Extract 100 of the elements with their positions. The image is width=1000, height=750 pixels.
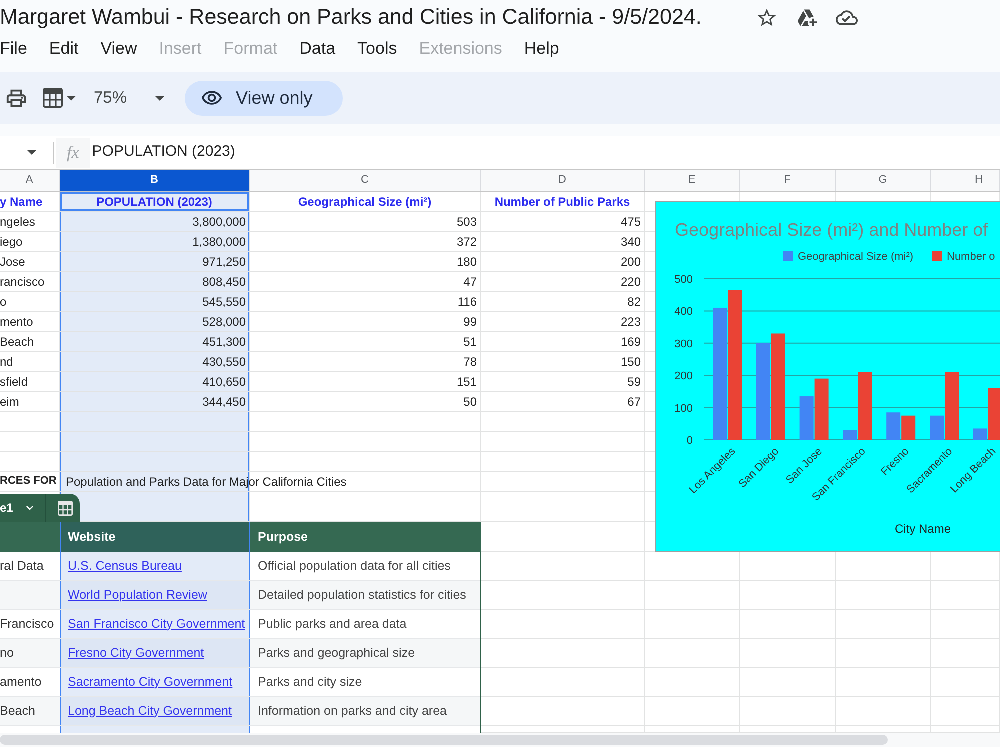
parks-count: 340 <box>481 232 645 252</box>
area-value: 180 <box>250 252 481 272</box>
format-button[interactable] <box>43 88 76 108</box>
empty-cell[interactable] <box>481 412 645 432</box>
size-bar <box>800 396 814 440</box>
y-axis-label: 300 <box>674 338 693 350</box>
selected-cell[interactable] <box>60 492 250 522</box>
legend-label: Geographical Size (mi²) <box>798 251 914 263</box>
column-header[interactable]: A <box>0 170 60 191</box>
empty-cell[interactable] <box>645 639 740 668</box>
zoom-select[interactable]: 75% <box>94 86 166 110</box>
column-title: Number of Public Parks <box>481 192 645 212</box>
menu-item[interactable]: View <box>100 36 138 62</box>
y-axis-label: 100 <box>674 402 693 415</box>
legend-label: Number o <box>947 251 996 263</box>
y-axis-label: 500 <box>674 274 693 286</box>
table-name[interactable]: e1 <box>0 499 14 517</box>
empty-cell[interactable] <box>931 639 1000 668</box>
area-value: 116 <box>250 292 481 312</box>
document-title[interactable]: Margaret Wambui - Research on Parks and Cities in California - 9/5/2024. <box>0 1 702 34</box>
parks-count: 59 <box>481 372 645 392</box>
x-axis-title: City Name <box>895 522 951 536</box>
menu-item[interactable]: File <box>0 36 28 62</box>
empty-cell[interactable] <box>836 581 931 610</box>
menu-item[interactable]: Help <box>524 36 560 62</box>
empty-cell[interactable] <box>481 452 645 472</box>
column-title: POPULATION (2023) <box>60 192 250 212</box>
area-value: 50 <box>250 392 481 412</box>
empty-cell[interactable] <box>836 639 931 668</box>
parks-count: 169 <box>481 332 645 352</box>
empty-cell[interactable] <box>836 610 931 639</box>
size-bar <box>930 416 944 440</box>
caret-icon <box>155 96 166 100</box>
purpose-text: Detailed population statistics for cities <box>258 586 466 604</box>
population-value: 430,550 <box>60 352 250 372</box>
category-text: amento <box>0 674 42 691</box>
empty-cell[interactable] <box>645 581 740 610</box>
category-text: no <box>0 644 14 662</box>
parks-count: 200 <box>481 252 645 272</box>
formula-input[interactable]: POPULATION (2023) <box>90 136 1000 169</box>
population-value: 410,650 <box>60 372 250 392</box>
empty-cell[interactable] <box>931 581 1000 610</box>
selected-cell[interactable] <box>60 432 250 452</box>
column-header[interactable]: H <box>931 170 1000 191</box>
empty-cell[interactable] <box>836 697 931 726</box>
column-header[interactable]: D <box>481 170 645 191</box>
selected-cell[interactable] <box>60 412 250 432</box>
empty-cell[interactable] <box>740 639 836 668</box>
caret-icon <box>67 96 76 100</box>
empty-cell[interactable] <box>645 668 740 697</box>
parks-count: 150 <box>481 352 645 372</box>
purpose-text: Official population data for all cities <box>258 558 451 575</box>
menu-item[interactable]: Tools <box>358 36 398 62</box>
empty-cell[interactable] <box>481 492 645 522</box>
table-icon[interactable] <box>58 500 74 516</box>
purpose-text: Information on parks and city area <box>258 702 447 720</box>
column-header[interactable]: G <box>836 170 931 191</box>
parks-count: 223 <box>481 312 645 332</box>
menu-item[interactable]: Data <box>300 36 336 62</box>
population-value: 1,380,000 <box>60 232 250 252</box>
parks-bar <box>988 388 1000 440</box>
caret-icon <box>27 150 37 155</box>
size-bar <box>843 430 858 440</box>
empty-cell[interactable] <box>645 697 740 726</box>
menu-item[interactable]: Edit <box>49 36 79 62</box>
parks-count: 220 <box>481 272 645 292</box>
parks-bar <box>945 372 959 440</box>
column-header[interactable]: F <box>740 170 836 191</box>
area-value: 99 <box>250 312 481 332</box>
size-bar <box>973 428 988 440</box>
empty-cell[interactable] <box>931 610 1000 639</box>
y-axis-label: 0 <box>686 435 693 447</box>
column-header[interactable]: B <box>60 170 250 191</box>
area-value: 51 <box>250 332 481 352</box>
empty-cell[interactable] <box>481 432 645 452</box>
parks-count: 475 <box>481 212 645 232</box>
empty-cell[interactable] <box>836 668 931 697</box>
horizontal-scrollbar[interactable] <box>0 735 888 745</box>
area-value: 78 <box>250 352 481 372</box>
column-header[interactable]: E <box>645 170 740 191</box>
empty-cell[interactable] <box>740 610 836 639</box>
star-icon[interactable] <box>756 6 778 28</box>
empty-cell[interactable] <box>931 697 1000 726</box>
column-header[interactable]: C <box>250 170 481 191</box>
column-heading: Website <box>60 522 250 552</box>
selected-cell[interactable] <box>60 452 250 472</box>
area-value: 151 <box>250 372 481 392</box>
parks-count: 82 <box>481 292 645 312</box>
empty-cell[interactable] <box>740 668 836 697</box>
empty-cell[interactable] <box>740 697 836 726</box>
empty-cell[interactable] <box>931 668 1000 697</box>
empty-cell[interactable] <box>645 610 740 639</box>
column-heading: Purpose <box>257 528 310 546</box>
column-title: Geographical Size (mi²) <box>250 192 481 212</box>
population-value: 451,300 <box>60 332 250 352</box>
y-axis-label: 200 <box>674 370 693 383</box>
view-only-button[interactable]: View only <box>185 80 344 116</box>
empty-cell[interactable] <box>740 581 836 610</box>
population-value: 3,800,000 <box>60 212 250 232</box>
empty-cell[interactable] <box>481 472 645 492</box>
